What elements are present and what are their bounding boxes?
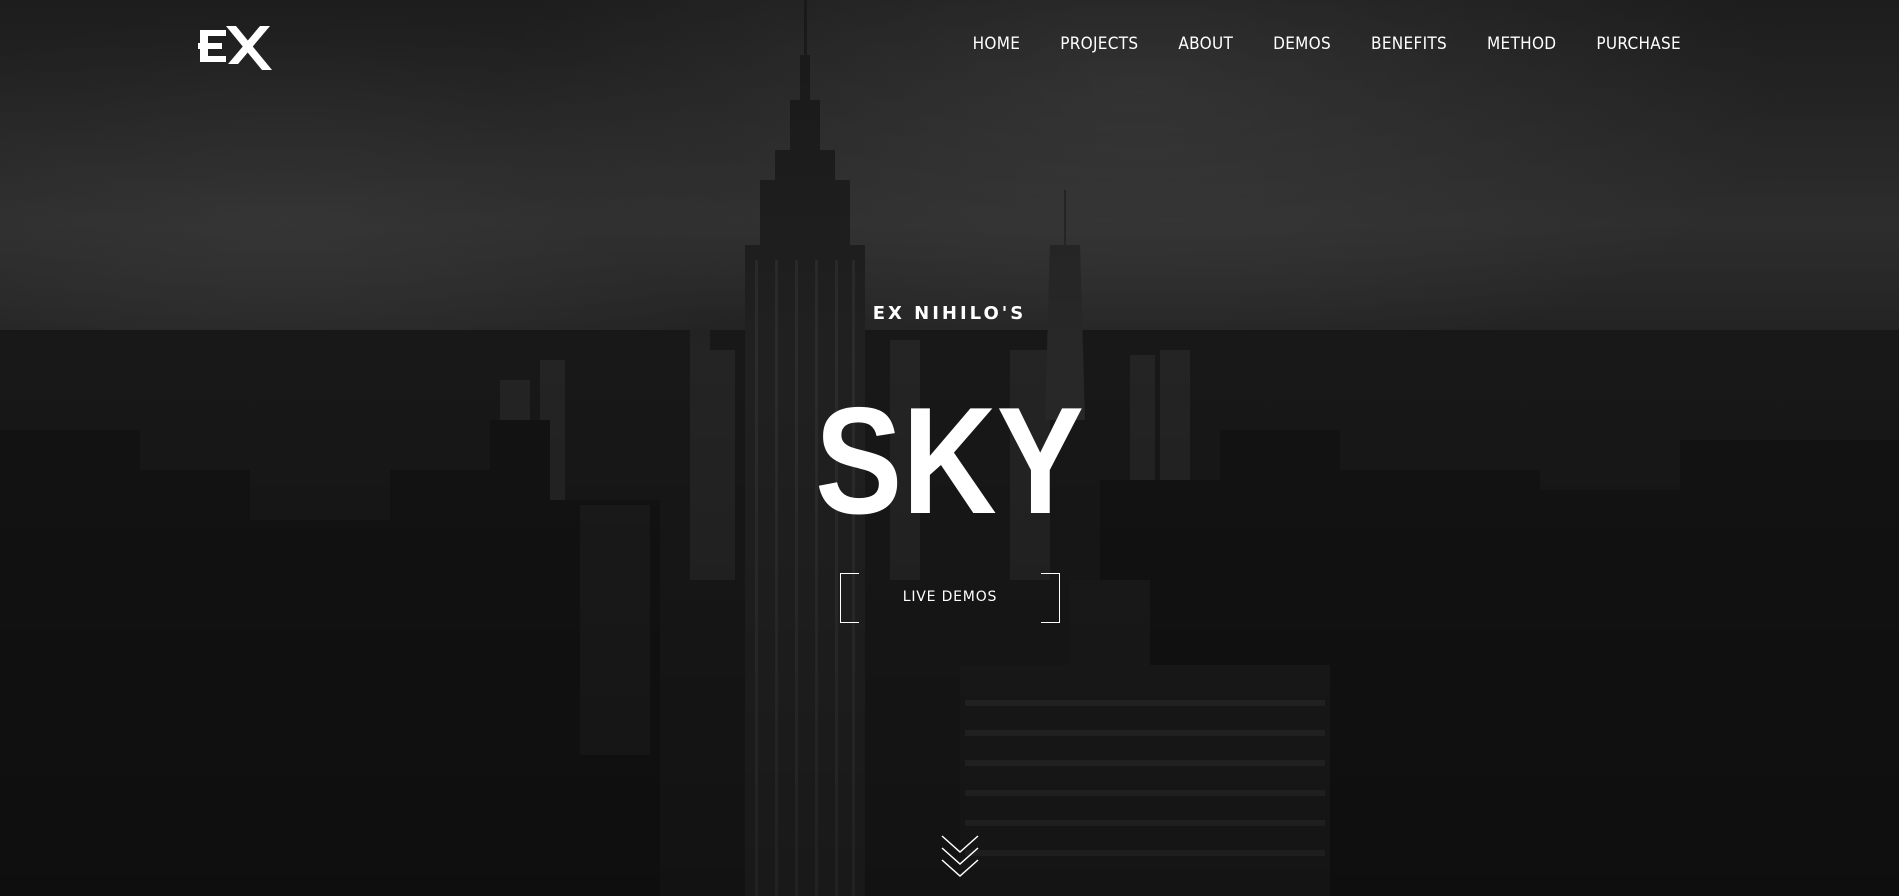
live-demos-button[interactable]: LIVE DEMOS [840, 573, 1060, 625]
main-nav: HOME PROJECTS ABOUT DEMOS BENEFITS METHO… [933, 34, 1681, 54]
nav-item-benefits[interactable]: BENEFITS [1371, 34, 1447, 54]
chevron-down-icon[interactable] [940, 834, 980, 894]
hero-title: SKY [815, 376, 1084, 546]
nav-item-home[interactable]: HOME [973, 34, 1021, 54]
nav-item-method[interactable]: METHOD [1487, 34, 1556, 54]
ex-logo[interactable] [198, 22, 274, 70]
nav-item-demos[interactable]: DEMOS [1273, 34, 1331, 54]
nav-item-projects[interactable]: PROJECTS [1060, 34, 1138, 54]
nav-item-about[interactable]: ABOUT [1178, 34, 1233, 54]
live-demos-label: LIVE DEMOS [902, 589, 998, 605]
nav-item-purchase[interactable]: PURCHASE [1596, 34, 1681, 54]
hero-kicker: EX NIHILO'S [872, 303, 1027, 324]
